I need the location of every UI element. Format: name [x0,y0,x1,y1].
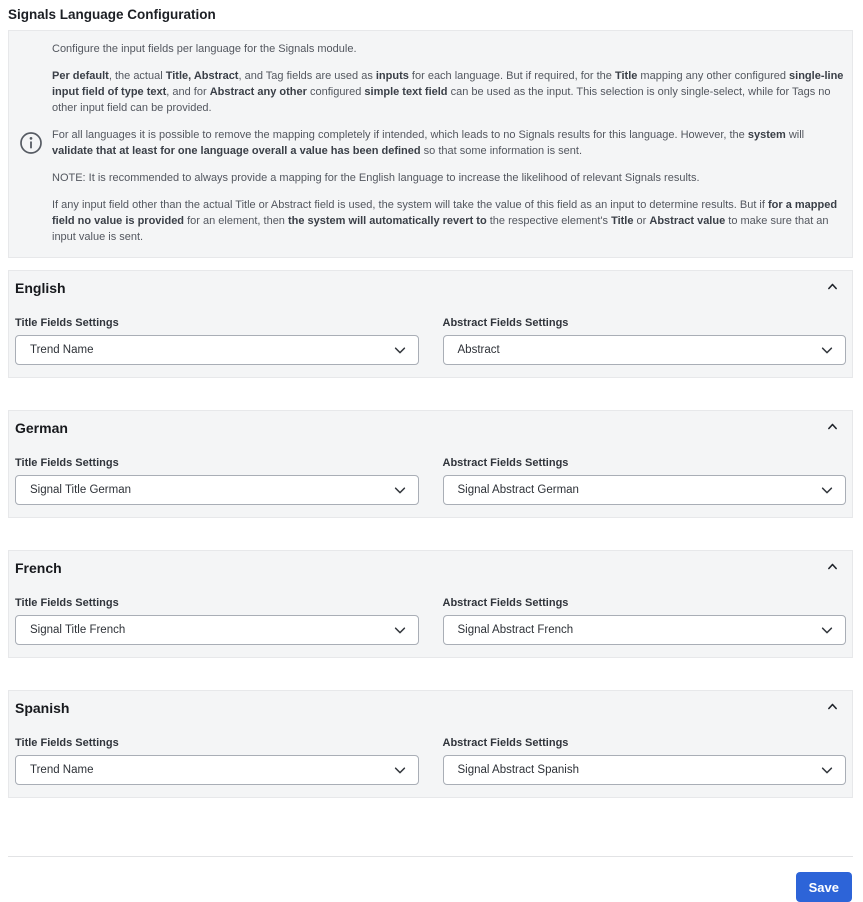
chevron-down-icon [820,763,834,780]
abstract-fields-settings-label: Abstract Fields Settings [443,457,847,469]
chevron-down-icon [393,763,407,780]
info-paragraph: Per default, the actual Title, Abstract,… [52,68,844,116]
abstract-field-group: Abstract Fields Settings Signal Abstract… [443,441,847,505]
language-name: French [15,560,62,576]
chevron-down-icon [393,343,407,360]
abstract-fields-select[interactable]: Abstract [443,335,847,365]
selected-value: Signal Abstract French [458,624,574,636]
abstract-fields-select[interactable]: Signal Abstract German [443,475,847,505]
chevron-down-icon [820,343,834,360]
language-section-header: English [15,277,846,299]
info-icon [19,131,43,155]
title-fields-settings-label: Title Fields Settings [15,737,419,749]
language-name: German [15,420,68,436]
signals-language-configuration-page: Signals Language Configuration Configure… [0,7,863,902]
chevron-down-icon [393,623,407,640]
selected-value: Signal Title German [30,484,131,496]
title-fields-select[interactable]: Trend Name [15,755,419,785]
title-fields-settings-label: Title Fields Settings [15,457,419,469]
language-section-english: English Title Fields Settings Trend Name… [8,270,853,378]
title-field-group: Title Fields Settings Trend Name [15,301,419,365]
title-field-group: Title Fields Settings Trend Name [15,721,419,785]
abstract-fields-select[interactable]: Signal Abstract French [443,615,847,645]
collapse-section-button[interactable] [822,698,843,718]
fields-row: Title Fields Settings Signal Title Germa… [15,441,846,505]
chevron-up-icon [826,560,839,576]
language-section-german: German Title Fields Settings Signal Titl… [8,410,853,518]
fields-row: Title Fields Settings Trend Name Abstrac… [15,721,846,785]
chevron-down-icon [820,483,834,500]
chevron-up-icon [826,420,839,436]
save-button[interactable]: Save [796,872,852,902]
info-box: Configure the input fields per language … [8,30,853,258]
info-paragraph: NOTE: It is recommended to always provid… [52,170,844,186]
selected-value: Abstract [458,344,500,356]
abstract-fields-select[interactable]: Signal Abstract Spanish [443,755,847,785]
footer-divider [8,856,853,857]
chevron-down-icon [393,483,407,500]
title-field-group: Title Fields Settings Signal Title Germa… [15,441,419,505]
footer-bar: Save [8,872,853,902]
language-section-header: German [15,417,846,439]
page-title: Signals Language Configuration [8,7,853,22]
chevron-up-icon [826,280,839,296]
info-paragraph: Configure the input fields per language … [52,41,844,57]
title-fields-select[interactable]: Trend Name [15,335,419,365]
fields-row: Title Fields Settings Trend Name Abstrac… [15,301,846,365]
fields-row: Title Fields Settings Signal Title Frenc… [15,581,846,645]
selected-value: Signal Title French [30,624,125,636]
info-paragraph: If any input field other than the actual… [52,197,844,245]
collapse-section-button[interactable] [822,278,843,298]
title-fields-select[interactable]: Signal Title French [15,615,419,645]
selected-value: Signal Abstract German [458,484,579,496]
chevron-up-icon [826,700,839,716]
abstract-field-group: Abstract Fields Settings Abstract [443,301,847,365]
info-paragraph: For all languages it is possible to remo… [52,127,844,159]
collapse-section-button[interactable] [822,418,843,438]
language-section-header: French [15,557,846,579]
abstract-field-group: Abstract Fields Settings Signal Abstract… [443,581,847,645]
language-name: Spanish [15,700,69,716]
abstract-fields-settings-label: Abstract Fields Settings [443,737,847,749]
title-fields-select[interactable]: Signal Title German [15,475,419,505]
language-section-header: Spanish [15,697,846,719]
title-field-group: Title Fields Settings Signal Title Frenc… [15,581,419,645]
title-fields-settings-label: Title Fields Settings [15,597,419,609]
language-section-french: French Title Fields Settings Signal Titl… [8,550,853,658]
abstract-fields-settings-label: Abstract Fields Settings [443,597,847,609]
info-text: Configure the input fields per language … [52,41,844,245]
collapse-section-button[interactable] [822,558,843,578]
selected-value: Trend Name [30,344,94,356]
selected-value: Signal Abstract Spanish [458,764,579,776]
chevron-down-icon [820,623,834,640]
language-name: English [15,280,66,296]
abstract-field-group: Abstract Fields Settings Signal Abstract… [443,721,847,785]
selected-value: Trend Name [30,764,94,776]
title-fields-settings-label: Title Fields Settings [15,317,419,329]
language-section-spanish: Spanish Title Fields Settings Trend Name… [8,690,853,798]
abstract-fields-settings-label: Abstract Fields Settings [443,317,847,329]
